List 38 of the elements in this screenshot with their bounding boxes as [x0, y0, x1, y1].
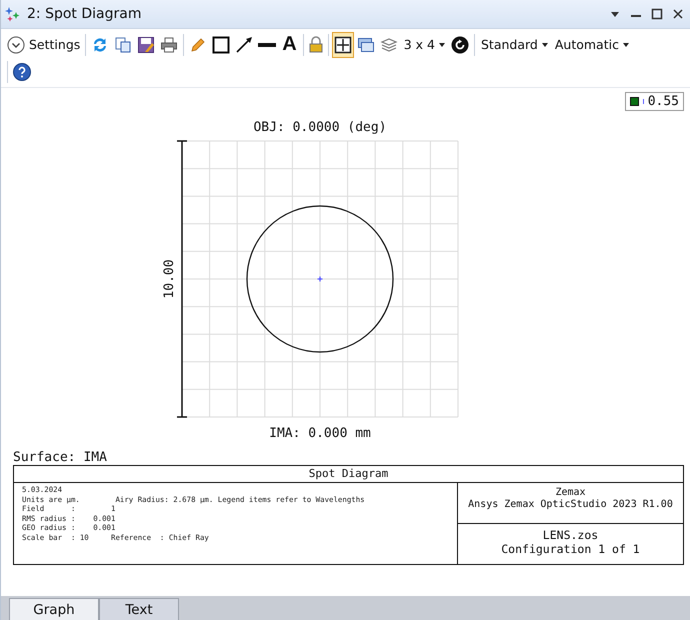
dropdown-button[interactable]: 3 x 4: [400, 32, 448, 58]
printer-icon: [160, 36, 178, 54]
company-line: Ansys Zemax OpticStudio 2023 R1.00: [467, 499, 674, 511]
grid-button[interactable]: [332, 32, 354, 58]
circle-chevron-icon: [7, 36, 25, 54]
window-title: 2: Spot Diagram: [27, 6, 142, 22]
layers-icon: [380, 36, 398, 54]
tab[interactable]: Text: [99, 598, 179, 620]
scale-label: 10.00: [162, 259, 177, 299]
file-line: LENS.zos: [542, 528, 600, 542]
maximize-icon[interactable]: [651, 8, 663, 20]
save-icon: [137, 36, 156, 54]
arrow-icon: [235, 36, 254, 54]
legend-label: 0.55: [648, 94, 679, 109]
help-icon: [13, 62, 31, 80]
pencil-icon: [189, 36, 208, 54]
table-title: Spot Diagram: [14, 466, 683, 483]
close-icon[interactable]: [672, 8, 684, 20]
caret-icon: [438, 42, 445, 46]
caret-icon: [542, 42, 548, 46]
text-tool-button[interactable]: A: [279, 32, 300, 58]
plot-title: OBJ: 0.0000 (deg): [253, 120, 387, 135]
grid-icon: [334, 36, 352, 54]
spot-mark: [317, 276, 323, 282]
caret-icon: [622, 42, 629, 46]
settings-button[interactable]: Settings: [5, 32, 82, 58]
copy-icon: [114, 36, 132, 54]
surface-label: Surface: IMA: [13, 451, 108, 465]
windows-icon: [356, 36, 375, 54]
sparkle-icon: [5, 6, 21, 22]
dropdown-button[interactable]: Standard: [478, 32, 551, 58]
file-line: Configuration 1 of 1: [500, 542, 641, 556]
rectangle-icon: [212, 36, 230, 54]
dropdown-button[interactable]: Automatic: [552, 32, 632, 58]
tab[interactable]: Graph: [9, 598, 99, 620]
axis-label: IMA: 0.000 mm: [269, 426, 371, 441]
company-line: Zemax: [554, 487, 587, 499]
lock-icon: [308, 36, 323, 54]
